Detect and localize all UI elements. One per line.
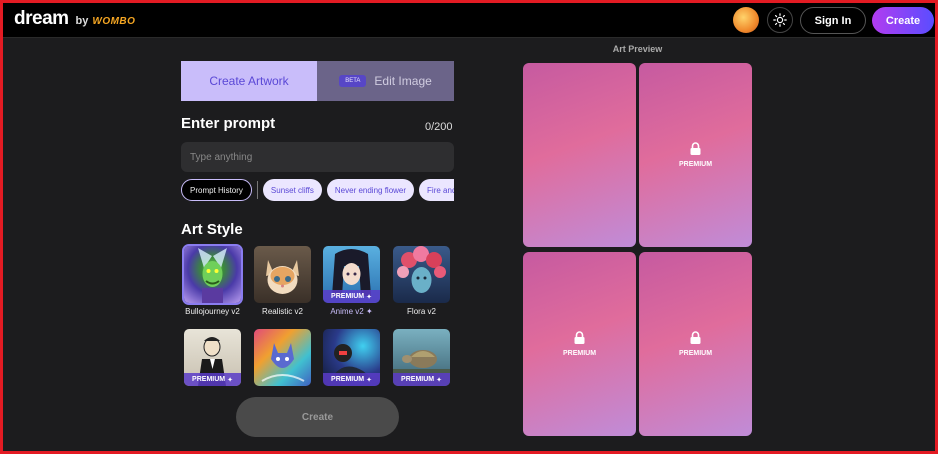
style-image bbox=[198, 248, 227, 303]
create-header-button[interactable]: Create bbox=[872, 7, 934, 34]
suggestion-chip[interactable]: Sunset cliffs bbox=[262, 179, 322, 201]
preview-slot-premium[interactable]: PREMIUM bbox=[523, 252, 636, 436]
theme-toggle-button[interactable] bbox=[767, 7, 793, 33]
style-thumbnail: PREMIUM ✦ bbox=[393, 329, 450, 386]
premium-badge: PREMIUM ✦ bbox=[393, 373, 450, 386]
style-image bbox=[261, 343, 305, 382]
suggestion-chip[interactable]: Fire and water bbox=[419, 179, 454, 201]
preview-premium-label: PREMIUM bbox=[562, 350, 597, 357]
style-label: Anime v2 ✦ bbox=[323, 307, 380, 316]
style-thumbnail: PREMIUM ✦ bbox=[323, 246, 380, 303]
premium-label: PREMIUM bbox=[331, 376, 365, 383]
lock-icon bbox=[690, 331, 701, 344]
lock-icon bbox=[690, 142, 701, 155]
preview-slot bbox=[523, 63, 636, 247]
premium-label: PREMIUM bbox=[331, 293, 365, 300]
style-card-flora[interactable]: Flora v2 bbox=[393, 246, 450, 316]
sparkle-icon: ✦ bbox=[366, 376, 372, 384]
tab-edit-label: Edit Image bbox=[374, 74, 432, 88]
art-preview-title: Art Preview bbox=[612, 44, 663, 54]
prompt-history-button[interactable]: Prompt History bbox=[181, 179, 252, 201]
logo-by: by bbox=[75, 15, 89, 27]
suggestion-chip[interactable]: Never ending flower bbox=[326, 179, 415, 201]
style-card-8[interactable]: PREMIUM ✦ bbox=[393, 329, 450, 386]
logo[interactable]: dream by WOMBO bbox=[14, 8, 135, 30]
style-card-bullojourney[interactable]: Bullojourney v2 bbox=[182, 244, 243, 316]
lock-icon bbox=[574, 331, 585, 344]
style-card-7[interactable]: PREMIUM ✦ bbox=[323, 329, 380, 386]
premium-label: PREMIUM bbox=[192, 376, 226, 383]
sun-icon bbox=[773, 13, 787, 27]
style-label: Bullojourney v2 bbox=[185, 307, 240, 316]
preview-premium-label: PREMIUM bbox=[678, 161, 713, 168]
tab-edit-image[interactable]: BETA Edit Image bbox=[317, 61, 454, 101]
style-thumbnail bbox=[393, 246, 450, 303]
prompt-chips: Prompt History Sunset cliffs Never endin… bbox=[181, 178, 454, 202]
sign-in-button[interactable]: Sign In bbox=[800, 7, 866, 34]
style-image bbox=[397, 246, 446, 293]
style-card-anime[interactable]: PREMIUM ✦ Anime v2 ✦ bbox=[323, 246, 380, 316]
art-style-heading: Art Style bbox=[181, 221, 243, 238]
preview-slot-premium[interactable]: PREMIUM bbox=[639, 252, 752, 436]
tab-create-artwork[interactable]: Create Artwork bbox=[181, 61, 317, 101]
style-card-5[interactable]: PREMIUM ✦ bbox=[184, 329, 241, 386]
chip-divider bbox=[256, 181, 258, 199]
mode-tabs: Create Artwork BETA Edit Image bbox=[181, 61, 454, 101]
avatar[interactable] bbox=[733, 7, 759, 33]
logo-wordmark: dream bbox=[14, 8, 69, 29]
premium-badge: PREMIUM ✦ bbox=[323, 290, 380, 303]
style-label: Flora v2 bbox=[407, 307, 436, 316]
style-card-realistic[interactable]: Realistic v2 bbox=[254, 246, 311, 316]
sparkle-icon: ✦ bbox=[436, 376, 442, 384]
preview-slot-premium[interactable]: PREMIUM bbox=[639, 63, 752, 247]
app-frame: dream by WOMBO Sign In Create Create Art… bbox=[0, 0, 938, 454]
prompt-heading: Enter prompt bbox=[181, 115, 276, 132]
create-button[interactable]: Create bbox=[236, 397, 399, 437]
style-thumbnail bbox=[254, 329, 311, 386]
style-thumbnail bbox=[182, 244, 243, 305]
premium-label: PREMIUM bbox=[401, 376, 435, 383]
top-bar: dream by WOMBO Sign In Create bbox=[3, 3, 935, 38]
prompt-input[interactable] bbox=[181, 142, 454, 172]
sparkle-icon: ✦ bbox=[227, 376, 233, 384]
style-label-text: Anime v2 bbox=[330, 307, 364, 316]
style-image bbox=[266, 260, 299, 294]
logo-brand: WOMBO bbox=[92, 16, 136, 27]
style-card-6[interactable] bbox=[254, 329, 311, 386]
premium-badge: PREMIUM ✦ bbox=[323, 373, 380, 386]
style-thumbnail: PREMIUM ✦ bbox=[184, 329, 241, 386]
style-thumbnail: PREMIUM ✦ bbox=[323, 329, 380, 386]
sparkle-icon: ✦ bbox=[365, 307, 373, 316]
premium-badge: PREMIUM ✦ bbox=[184, 373, 241, 386]
sparkle-icon: ✦ bbox=[366, 293, 372, 301]
beta-badge: BETA bbox=[339, 75, 367, 87]
character-count: 0/200 bbox=[425, 121, 453, 133]
preview-premium-label: PREMIUM bbox=[678, 350, 713, 357]
style-thumbnail bbox=[254, 246, 311, 303]
style-label: Realistic v2 bbox=[262, 307, 303, 316]
